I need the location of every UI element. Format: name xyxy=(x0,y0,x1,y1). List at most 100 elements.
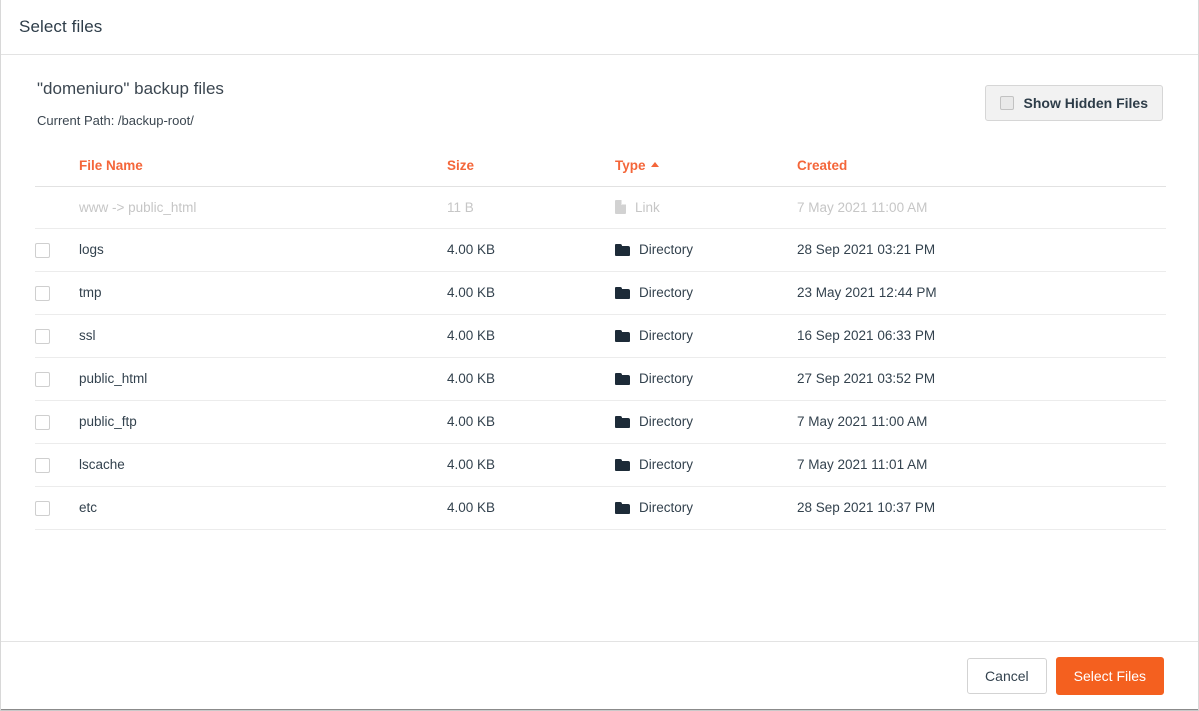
select-all-header xyxy=(35,150,79,187)
row-checkbox[interactable] xyxy=(35,242,50,258)
cell-type: Directory xyxy=(615,271,797,315)
cell-type-label: Directory xyxy=(639,242,694,258)
row-checkbox-cell xyxy=(35,443,79,487)
table-row[interactable]: public_html 4.00 KB Directory 27 Sep 2021 0… xyxy=(35,357,1166,401)
cell-type: Directory xyxy=(615,357,797,401)
backup-info: "domeniuro" backup files Current Path: /… xyxy=(35,77,224,129)
cell-type-label: Directory xyxy=(639,371,694,387)
cell-type: Link xyxy=(615,186,797,229)
cell-file-name[interactable]: etc xyxy=(79,486,447,530)
cell-type: Directory xyxy=(615,443,797,487)
row-checkbox[interactable] xyxy=(35,328,50,344)
row-checkbox-cell xyxy=(35,400,79,444)
cell-type: Directory xyxy=(615,228,797,272)
table-row: www -> public_html 11 B Link 7 May 2021 11:… xyxy=(35,186,1166,229)
column-label-created: Created xyxy=(797,157,848,173)
folder-icon xyxy=(615,243,630,256)
cell-file-name[interactable]: lscache xyxy=(79,443,447,487)
row-checkbox-cell xyxy=(35,228,79,272)
cell-created: 28 Sep 2021 10:37 PM xyxy=(797,486,1166,530)
row-checkbox-cell xyxy=(35,486,79,530)
table-row[interactable]: etc 4.00 KB Directory 28 Sep 2021 10:37 PM xyxy=(35,486,1166,530)
cell-type-label: Directory xyxy=(639,328,694,344)
cell-size: 4.00 KB xyxy=(447,357,615,401)
cell-file-name[interactable]: public_ftp xyxy=(79,400,447,444)
cell-created: 7 May 2021 11:00 AM xyxy=(797,186,1166,229)
show-hidden-files-button[interactable]: Show Hidden Files xyxy=(984,85,1163,121)
cell-type: Directory xyxy=(615,400,797,444)
file-table: File Name Size Type Created www -> publi… xyxy=(35,150,1166,530)
show-hidden-files-checkbox[interactable] xyxy=(999,96,1014,110)
dialog-body: "domeniuro" backup files Current Path: /… xyxy=(1,55,1198,641)
cell-type: Directory xyxy=(615,314,797,358)
cell-created: 23 May 2021 12:44 PM xyxy=(797,271,1166,315)
cell-size: 4.00 KB xyxy=(447,443,615,487)
cell-file-name[interactable]: tmp xyxy=(79,271,447,315)
file-table-head: File Name Size Type Created xyxy=(35,150,1166,187)
row-checkbox-cell xyxy=(35,314,79,358)
cell-size: 11 B xyxy=(447,186,615,229)
cell-size: 4.00 KB xyxy=(447,314,615,358)
folder-icon xyxy=(615,415,630,428)
folder-icon xyxy=(615,372,630,385)
table-row[interactable]: lscache 4.00 KB Directory 7 May 2021 11:01 … xyxy=(35,443,1166,487)
table-row[interactable]: tmp 4.00 KB Directory 23 May 2021 12:44 PM xyxy=(35,271,1166,315)
row-checkbox[interactable] xyxy=(35,500,50,516)
folder-icon xyxy=(615,286,630,299)
row-checkbox[interactable] xyxy=(35,414,50,430)
file-table-header-row: File Name Size Type Created xyxy=(35,150,1166,187)
page-bottom-edge xyxy=(1,709,1198,710)
cell-type-label: Link xyxy=(635,199,660,215)
table-row[interactable]: logs 4.00 KB Directory 28 Sep 2021 03:21 PM xyxy=(35,228,1166,272)
cell-type: Directory xyxy=(615,486,797,530)
sort-ascending-icon xyxy=(650,161,659,167)
folder-icon xyxy=(615,458,630,471)
file-icon xyxy=(615,200,626,215)
cell-type-label: Directory xyxy=(639,500,694,516)
row-checkbox[interactable] xyxy=(35,371,50,387)
cell-type-label: Directory xyxy=(639,285,694,301)
cell-size: 4.00 KB xyxy=(447,228,615,272)
body-top-bar: "domeniuro" backup files Current Path: /… xyxy=(35,77,1164,129)
column-header-created[interactable]: Created xyxy=(797,150,1166,187)
show-hidden-files-label: Show Hidden Files xyxy=(1023,95,1148,111)
row-checkbox[interactable] xyxy=(35,457,50,473)
cell-created: 27 Sep 2021 03:52 PM xyxy=(797,357,1166,401)
backup-title: "domeniuro" backup files xyxy=(37,79,224,98)
file-table-body: www -> public_html 11 B Link 7 May 2021 11:… xyxy=(35,186,1166,530)
select-files-button[interactable]: Select Files xyxy=(1055,656,1164,696)
cell-created: 7 May 2021 11:01 AM xyxy=(797,443,1166,487)
column-label-size: Size xyxy=(447,157,475,173)
column-label-file-name: File Name xyxy=(79,157,143,173)
cell-created: 28 Sep 2021 03:21 PM xyxy=(797,228,1166,272)
current-path: Current Path: /backup-root/ xyxy=(37,113,194,129)
column-label-type: Type xyxy=(615,157,646,173)
dialog-footer: Cancel Select Files xyxy=(1,641,1198,710)
cell-created: 16 Sep 2021 06:33 PM xyxy=(797,314,1166,358)
row-checkbox-cell xyxy=(35,186,79,229)
dialog-title: Select files xyxy=(19,17,103,36)
cell-file-name: www -> public_html xyxy=(79,186,447,229)
cell-size: 4.00 KB xyxy=(447,271,615,315)
cell-size: 4.00 KB xyxy=(447,486,615,530)
row-checkbox-cell xyxy=(35,357,79,401)
select-files-dialog: Select files "domeniuro" backup files Cu… xyxy=(0,0,1199,711)
column-header-size[interactable]: Size xyxy=(447,150,615,187)
column-header-type[interactable]: Type xyxy=(615,150,797,187)
folder-icon xyxy=(615,501,630,514)
cell-file-name[interactable]: logs xyxy=(79,228,447,272)
cell-created: 7 May 2021 11:00 AM xyxy=(797,400,1166,444)
dialog-header: Select files xyxy=(1,0,1198,55)
cell-type-label: Directory xyxy=(639,457,694,473)
table-row[interactable]: public_ftp 4.00 KB Directory 7 May 2021 11:… xyxy=(35,400,1166,444)
cell-file-name[interactable]: ssl xyxy=(79,314,447,358)
row-checkbox-cell xyxy=(35,271,79,315)
cell-type-label: Directory xyxy=(639,414,694,430)
cell-size: 4.00 KB xyxy=(447,400,615,444)
table-row[interactable]: ssl 4.00 KB Directory 16 Sep 2021 06:33 PM xyxy=(35,314,1166,358)
column-header-file-name[interactable]: File Name xyxy=(79,150,447,187)
folder-icon xyxy=(615,329,630,342)
cancel-button[interactable]: Cancel xyxy=(967,657,1047,695)
cell-file-name[interactable]: public_html xyxy=(79,357,447,401)
row-checkbox[interactable] xyxy=(35,285,50,301)
